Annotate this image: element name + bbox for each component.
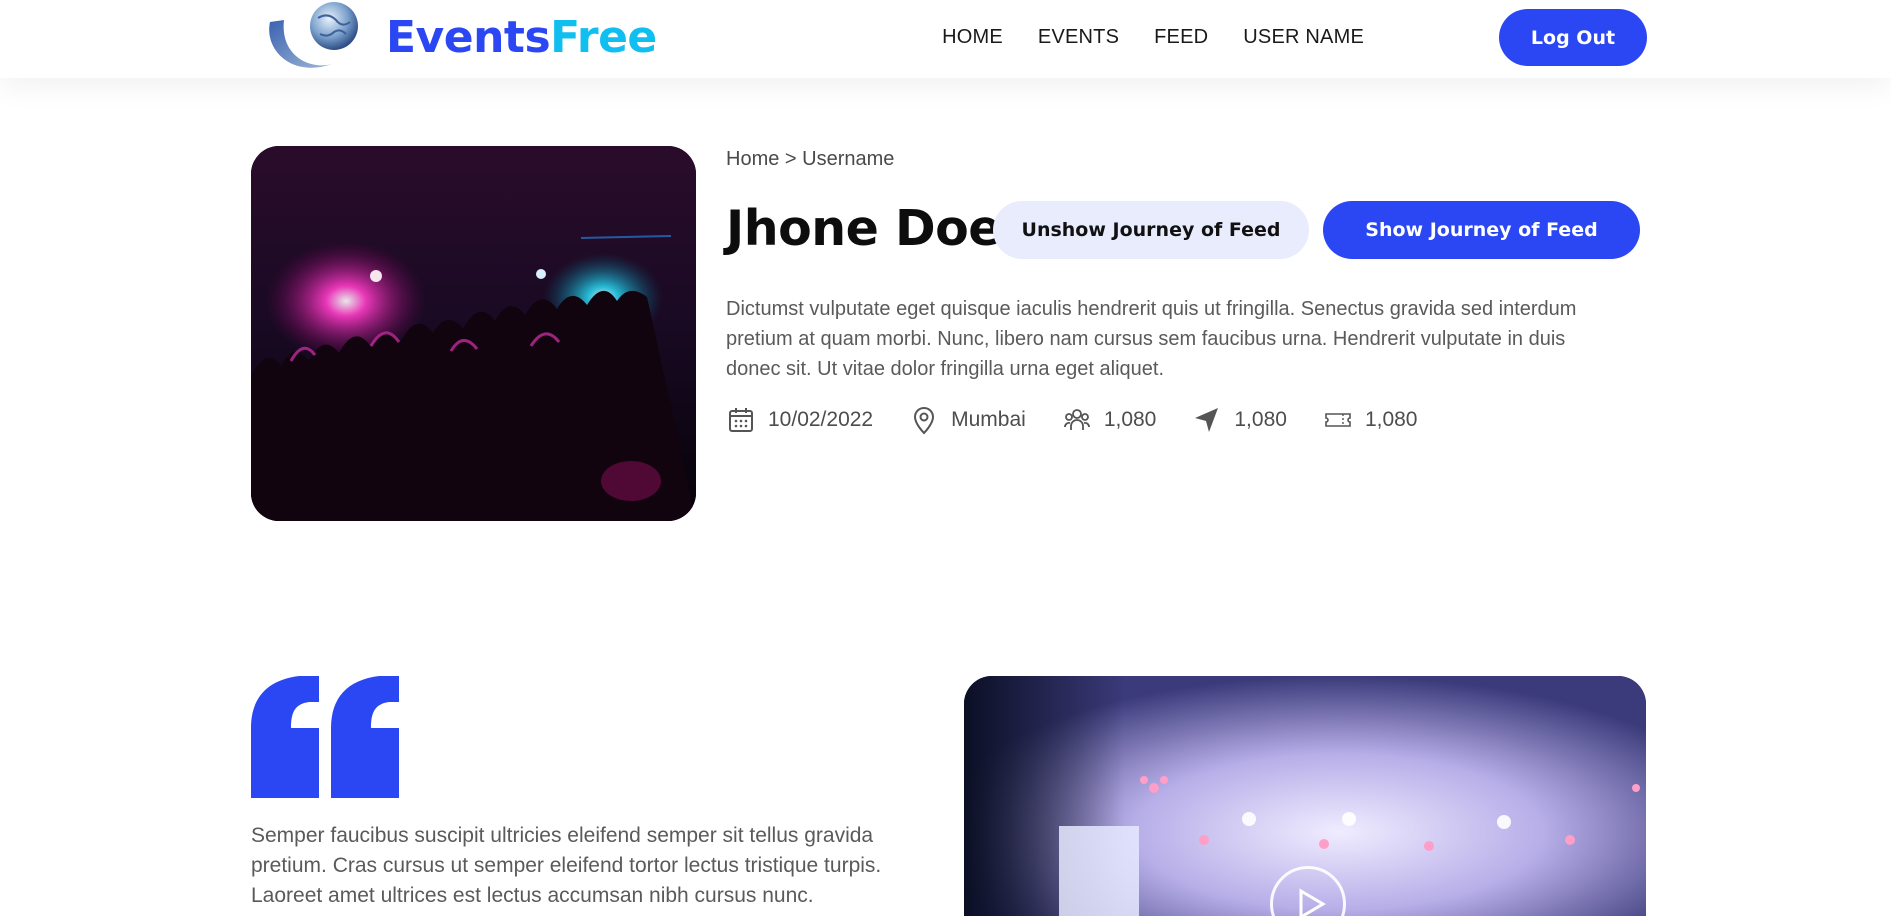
meta-attendees: 1,080 <box>1062 405 1157 435</box>
users-group-icon <box>1063 409 1090 430</box>
globe-logo-icon <box>262 0 362 75</box>
play-button-icon[interactable] <box>1270 866 1346 916</box>
nav-user-name[interactable]: USER NAME <box>1243 26 1364 49</box>
meta-tickets: 1,080 <box>1323 405 1418 435</box>
show-journey-button[interactable]: Show Journey of Feed <box>1323 201 1640 259</box>
calendar-icon <box>729 408 753 432</box>
meta-shares: 1,080 <box>1192 405 1287 435</box>
meta-location-value: Mumbai <box>951 408 1026 431</box>
brand-name: EventsFree <box>386 12 657 63</box>
quote-text: Semper faucibus suscipit ultricies eleif… <box>251 824 882 907</box>
profile-event-image <box>251 146 696 521</box>
map-pin-icon <box>914 406 935 435</box>
breadcrumb[interactable]: Home > Username <box>726 148 894 171</box>
meta-date-value: 10/02/2022 <box>768 408 874 431</box>
nav-feed[interactable]: FEED <box>1154 26 1208 49</box>
nav-events[interactable]: EVENTS <box>1038 26 1119 49</box>
unshow-journey-button[interactable]: Unshow Journey of Feed <box>993 201 1309 259</box>
meta-date: 10/02/2022 <box>726 405 873 435</box>
logout-button[interactable]: Log Out <box>1499 9 1647 66</box>
main-nav: HOME EVENTS FEED USER NAME <box>942 0 1364 75</box>
brand-name-part2: Free <box>550 12 657 63</box>
meta-location: Mumbai <box>909 405 1026 435</box>
brand-logo[interactable]: EventsFree <box>262 0 657 75</box>
site-header: EventsFree HOME EVENTS FEED USER NAME Lo… <box>0 0 1891 78</box>
navigation-arrow-icon <box>1195 408 1219 432</box>
quote-mark-icon <box>251 676 399 798</box>
event-meta: 10/02/2022 Mumbai 1,080 1,080 1,080 <box>726 400 1454 440</box>
profile-name: Jhone Doe <box>726 200 1002 257</box>
ticket-icon <box>1325 413 1351 427</box>
meta-attendees-value: 1,080 <box>1103 408 1157 431</box>
brand-name-part1: Events <box>386 12 551 63</box>
profile-description: Dictumst vulputate eget quisque iaculis … <box>726 298 1577 380</box>
meta-tickets-value: 1,080 <box>1364 408 1418 431</box>
meta-shares-value: 1,080 <box>1234 408 1287 431</box>
nav-home[interactable]: HOME <box>942 26 1003 49</box>
